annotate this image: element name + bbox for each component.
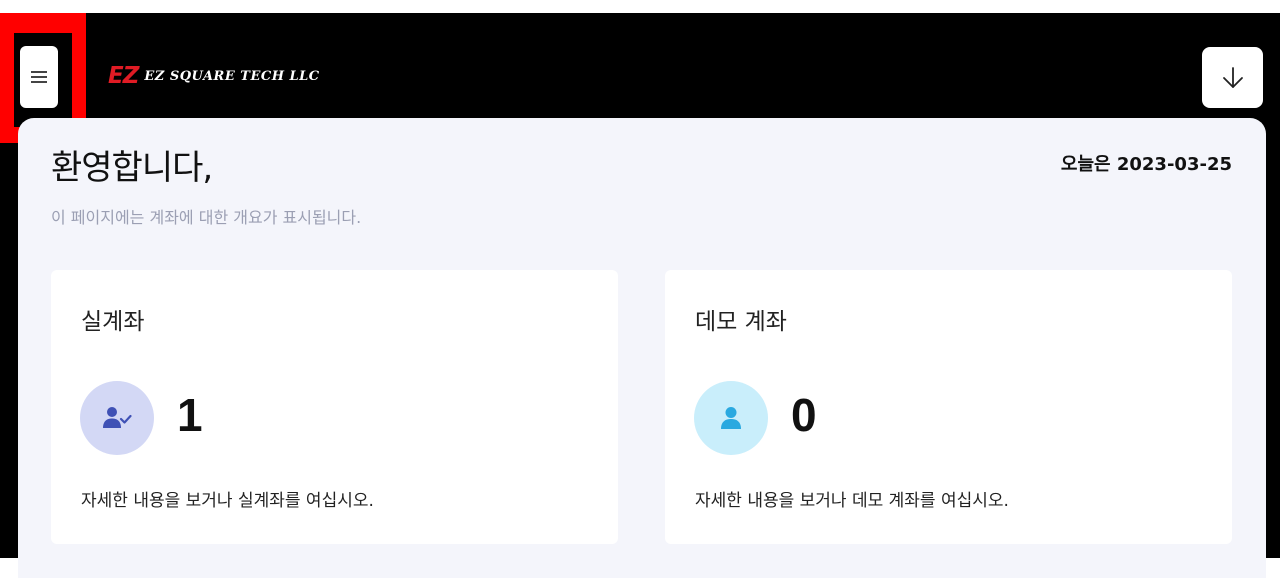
logo-text: EZ SQUARE TECH LLC <box>144 68 320 84</box>
account-count: 1 <box>177 389 203 441</box>
arrow-down-icon <box>1222 66 1243 88</box>
date-label: 오늘은 2023-03-25 <box>1060 154 1232 175</box>
account-count: 0 <box>791 389 817 441</box>
user-check-icon <box>103 407 132 428</box>
user-icon <box>721 407 741 429</box>
card-description: 자세한 내용을 보거나 실계좌를 여십시오. <box>81 491 374 511</box>
top-navbar: EZ EZ SQUARE TECH LLC <box>0 13 1280 143</box>
logo[interactable]: EZ EZ SQUARE TECH LLC <box>108 63 320 89</box>
logo-mark: EZ <box>108 62 139 89</box>
card-demo-account[interactable]: 데모 계좌 0 자세한 내용을 보거나 데모 계좌를 여십시오. <box>665 270 1232 544</box>
card-live-account[interactable]: 실계좌 1 자세한 내용을 보거나 실계좌를 여십시오. <box>51 270 618 544</box>
download-button[interactable] <box>1202 47 1263 108</box>
hamburger-menu-icon <box>31 71 47 83</box>
avatar <box>694 381 768 455</box>
card-title: 실계좌 <box>81 309 145 335</box>
card-title: 데모 계좌 <box>695 309 787 335</box>
menu-button[interactable] <box>20 46 58 108</box>
avatar <box>80 381 154 455</box>
page-title: 환영합니다, <box>51 148 213 188</box>
page-subtitle: 이 페이지에는 계좌에 대한 개요가 표시됩니다. <box>51 208 362 227</box>
card-description: 자세한 내용을 보거나 데모 계좌를 여십시오. <box>695 491 1009 511</box>
